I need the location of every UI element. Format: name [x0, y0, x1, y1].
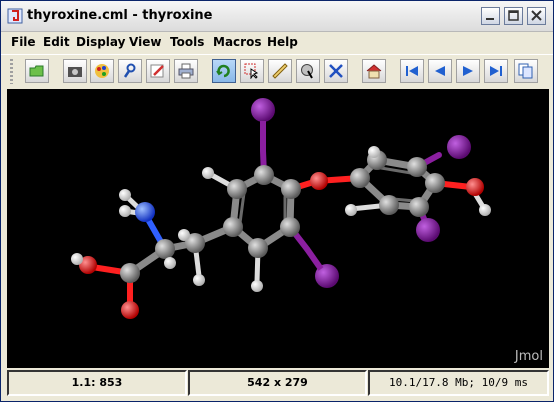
rotate-icon [216, 64, 230, 78]
open-folder-icon [29, 65, 44, 77]
print-icon [178, 63, 194, 79]
first-frame-button[interactable] [400, 59, 424, 83]
home-icon [366, 64, 382, 79]
preferences-button[interactable] [118, 59, 142, 83]
menu-help[interactable]: Help [267, 35, 298, 49]
open-button[interactable] [25, 59, 49, 83]
window-title: thyroxine.cml - thyroxine [27, 8, 213, 23]
measure-button[interactable] [296, 59, 320, 83]
next-frame-icon [463, 66, 473, 76]
pencil-icon [150, 64, 164, 78]
jmol-app-icon [7, 8, 23, 24]
print-button[interactable] [174, 59, 198, 83]
measure-distance-button[interactable] [268, 59, 292, 83]
menu-tools[interactable]: Tools [170, 35, 204, 49]
export-image-button[interactable] [63, 59, 87, 83]
last-frame-button[interactable] [484, 59, 508, 83]
close-button[interactable] [527, 7, 546, 25]
jmol-watermark: Jmol [514, 349, 543, 364]
menu-file[interactable]: File [11, 35, 36, 49]
maximize-icon [508, 10, 519, 21]
first-frame-icon [406, 66, 418, 76]
menu-macros[interactable]: Macros [213, 35, 261, 49]
minimize-button[interactable] [481, 7, 500, 25]
last-frame-icon [490, 66, 502, 76]
status-bar: 1.1: 853 542 x 279 10.1/17.8 Mb; 10/9 ms [7, 370, 549, 396]
thyroxine-molecule-render [71, 98, 491, 319]
measure-icon [301, 64, 313, 79]
home-button[interactable] [362, 59, 386, 83]
status-atom-info: 1.1: 853 [7, 370, 187, 396]
prev-frame-icon [435, 66, 445, 76]
close-icon [531, 10, 542, 21]
ruler-icon [272, 63, 288, 79]
menu-view[interactable]: View [129, 35, 161, 49]
copy-icon [518, 63, 533, 79]
maximize-button[interactable] [504, 7, 523, 25]
copy-button[interactable] [514, 59, 538, 83]
next-frame-button[interactable] [456, 59, 480, 83]
color-button[interactable] [90, 59, 114, 83]
camera-icon [68, 67, 82, 77]
menu-edit[interactable]: Edit [43, 35, 70, 49]
status-memory-timing: 10.1/17.8 Mb; 10/9 ms [368, 370, 549, 396]
toolbar [1, 54, 553, 89]
select-button[interactable] [240, 59, 264, 83]
select-icon [244, 63, 259, 79]
menu-bar: File Edit Display View Tools Macros Help [1, 32, 553, 53]
toolbar-grip[interactable] [10, 59, 13, 84]
molecule-viewer[interactable]: Jmol [7, 89, 549, 368]
pick-icon [329, 64, 343, 78]
minimize-icon [486, 18, 494, 20]
pick-button[interactable] [324, 59, 348, 83]
wrench-icon [123, 63, 136, 78]
title-bar[interactable]: thyroxine.cml - thyroxine [1, 1, 553, 32]
jmol-window: thyroxine.cml - thyroxine File Edit Disp… [0, 0, 554, 402]
status-view-size: 542 x 279 [188, 370, 367, 396]
prev-frame-button[interactable] [428, 59, 452, 83]
palette-icon [95, 64, 109, 78]
rotate-button[interactable] [212, 59, 236, 83]
menu-display[interactable]: Display [76, 35, 125, 49]
edit-button[interactable] [146, 59, 170, 83]
